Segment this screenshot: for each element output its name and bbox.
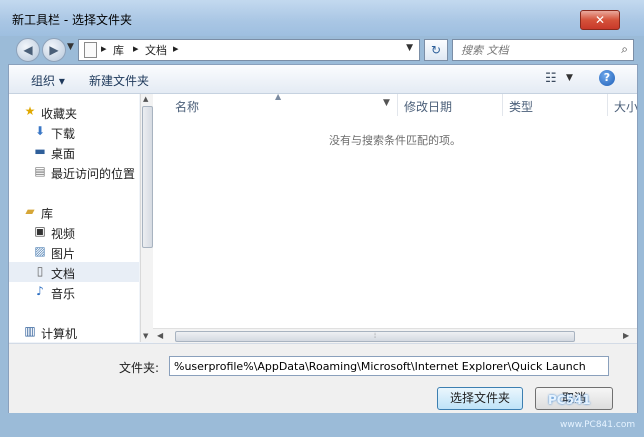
views-dropdown-icon[interactable]: ▼ [566,73,573,83]
breadcrumb-libraries[interactable]: 库 [113,42,124,58]
nav-item-recent-places[interactable]: ▤ 最近访问的位置 [9,162,139,182]
nav-computer[interactable]: ▥ 计算机 [9,322,139,342]
column-header-type[interactable]: 类型 [503,94,608,116]
breadcrumb-separator-icon: ▸ [133,42,139,55]
video-icon: ▣ [34,224,46,238]
file-list: 名称 ▲ ▼ 修改日期 类型 大小 没有与搜索条件匹配的项。 [153,94,637,342]
recent-places-icon: ▤ [34,164,46,178]
scroll-up-icon[interactable]: ▲ [143,95,148,103]
column-header-label: 名称 [175,100,200,114]
nav-item-label: 最近访问的位置 [51,167,136,181]
scroll-thumb[interactable]: ⦙ [175,331,575,342]
views-icon[interactable]: ☷ [545,71,557,86]
bottom-panel: 文件夹: 选择文件夹 取消 [9,343,637,413]
library-folder-icon: ▰ [25,204,35,218]
nav-item-desktop[interactable]: ▬ 桌面 [9,142,139,162]
watermark-logo: PC541 [548,393,591,407]
nav-libraries[interactable]: ▰ 库 [9,202,139,222]
recent-pages-dropdown-icon[interactable]: ▼ [67,42,74,52]
desktop-icon: ▬ [34,144,46,158]
column-header-label: 大小 [614,100,637,114]
window-title: 新工具栏 - 选择文件夹 [12,13,132,27]
search-icon[interactable]: ⌕ [621,42,628,57]
nav-favorites-label: 收藏夹 [41,107,78,121]
back-arrow-icon: ◀ [23,43,33,57]
select-folder-button[interactable]: 选择文件夹 [437,387,523,410]
breadcrumb-documents[interactable]: 文档 [145,42,167,58]
nav-libraries-label: 库 [41,207,54,221]
computer-icon: ▥ [24,324,36,338]
organize-menu-button[interactable]: 组织 ▾ [31,72,65,89]
refresh-icon: ↻ [430,43,442,57]
nav-item-documents[interactable]: ▯ 文档 [9,262,139,282]
horizontal-scrollbar[interactable]: ◀ ⦙ ▶ [153,328,637,343]
music-note-icon: ♪ [36,284,44,298]
command-toolbar: 组织 ▾ 新建文件夹 ☷ ▼ ? [9,65,637,94]
column-header-size[interactable]: 大小 [608,94,637,116]
nav-computer-label: 计算机 [41,327,78,341]
back-button[interactable]: ◀ [16,38,40,62]
address-bar[interactable]: ▸ 库 ▸ 文档 ▸ ▼ [78,39,420,61]
folder-label: 文件夹: [119,361,160,375]
close-icon: ✕ [594,13,606,27]
breadcrumb-separator-icon: ▸ [173,42,179,55]
refresh-button[interactable]: ↻ [424,39,448,61]
scroll-down-icon[interactable]: ▼ [143,332,148,340]
column-header-label: 类型 [509,100,534,114]
column-header-date-modified[interactable]: 修改日期 [398,94,503,116]
scroll-right-icon[interactable]: ▶ [623,331,629,340]
picture-icon: ▨ [34,244,46,258]
nav-item-music[interactable]: ♪ 音乐 [9,282,139,302]
close-button[interactable]: ✕ [580,10,620,30]
nav-item-pictures[interactable]: ▨ 图片 [9,242,139,262]
title-bar: 新工具栏 - 选择文件夹 ✕ [0,0,644,36]
star-icon: ★ [24,104,36,118]
column-header-label: 修改日期 [404,100,453,114]
nav-item-label: 图片 [51,247,76,261]
navigation-pane: ★ 收藏夹 ⬇ 下载 ▬ 桌面 ▤ 最近访问的位置 ▰ 库 ▣ 视频 ▨ 图片 … [9,94,139,342]
column-dropdown-icon[interactable]: ▼ [383,98,390,108]
nav-item-label: 下载 [51,127,76,141]
scroll-left-icon[interactable]: ◀ [157,331,163,340]
download-folder-icon: ⬇ [34,124,46,138]
nav-item-label: 文档 [51,267,76,281]
nav-favorites[interactable]: ★ 收藏夹 [9,102,139,122]
nav-item-label: 桌面 [51,147,76,161]
folder-path-input[interactable] [169,356,609,376]
breadcrumb-separator-icon: ▸ [101,42,107,55]
watermark-url: www.PC841.com [560,420,636,430]
forward-arrow-icon: ▶ [49,43,59,57]
forward-button[interactable]: ▶ [42,38,66,62]
nav-item-videos[interactable]: ▣ 视频 [9,222,139,242]
document-icon [84,42,97,58]
help-icon[interactable]: ? [599,70,615,86]
sort-ascending-icon: ▲ [275,94,282,101]
nav-item-downloads[interactable]: ⬇ 下载 [9,122,139,142]
address-dropdown-icon[interactable]: ▼ [406,43,413,53]
new-folder-button[interactable]: 新建文件夹 [89,72,149,89]
nav-item-label: 视频 [51,227,76,241]
nav-item-label: 音乐 [51,287,76,301]
dialog-frame: 组织 ▾ 新建文件夹 ☷ ▼ ? ★ 收藏夹 ⬇ 下载 ▬ 桌面 ▤ 最近访问的… [8,64,638,413]
document-icon: ▯ [36,264,44,278]
search-input[interactable] [459,42,603,58]
scroll-thumb[interactable] [142,106,153,248]
navigation-bar: ◀ ▶ ▼ ▸ 库 ▸ 文档 ▸ ▼ ↻ ⌕ [8,34,636,64]
nav-pane-scrollbar[interactable]: ▲ ▼ [140,94,153,342]
empty-message: 没有与搜索条件匹配的项。 [329,134,461,147]
column-header-name[interactable]: 名称 ▲ ▼ [153,94,398,116]
search-box[interactable]: ⌕ [452,39,634,61]
